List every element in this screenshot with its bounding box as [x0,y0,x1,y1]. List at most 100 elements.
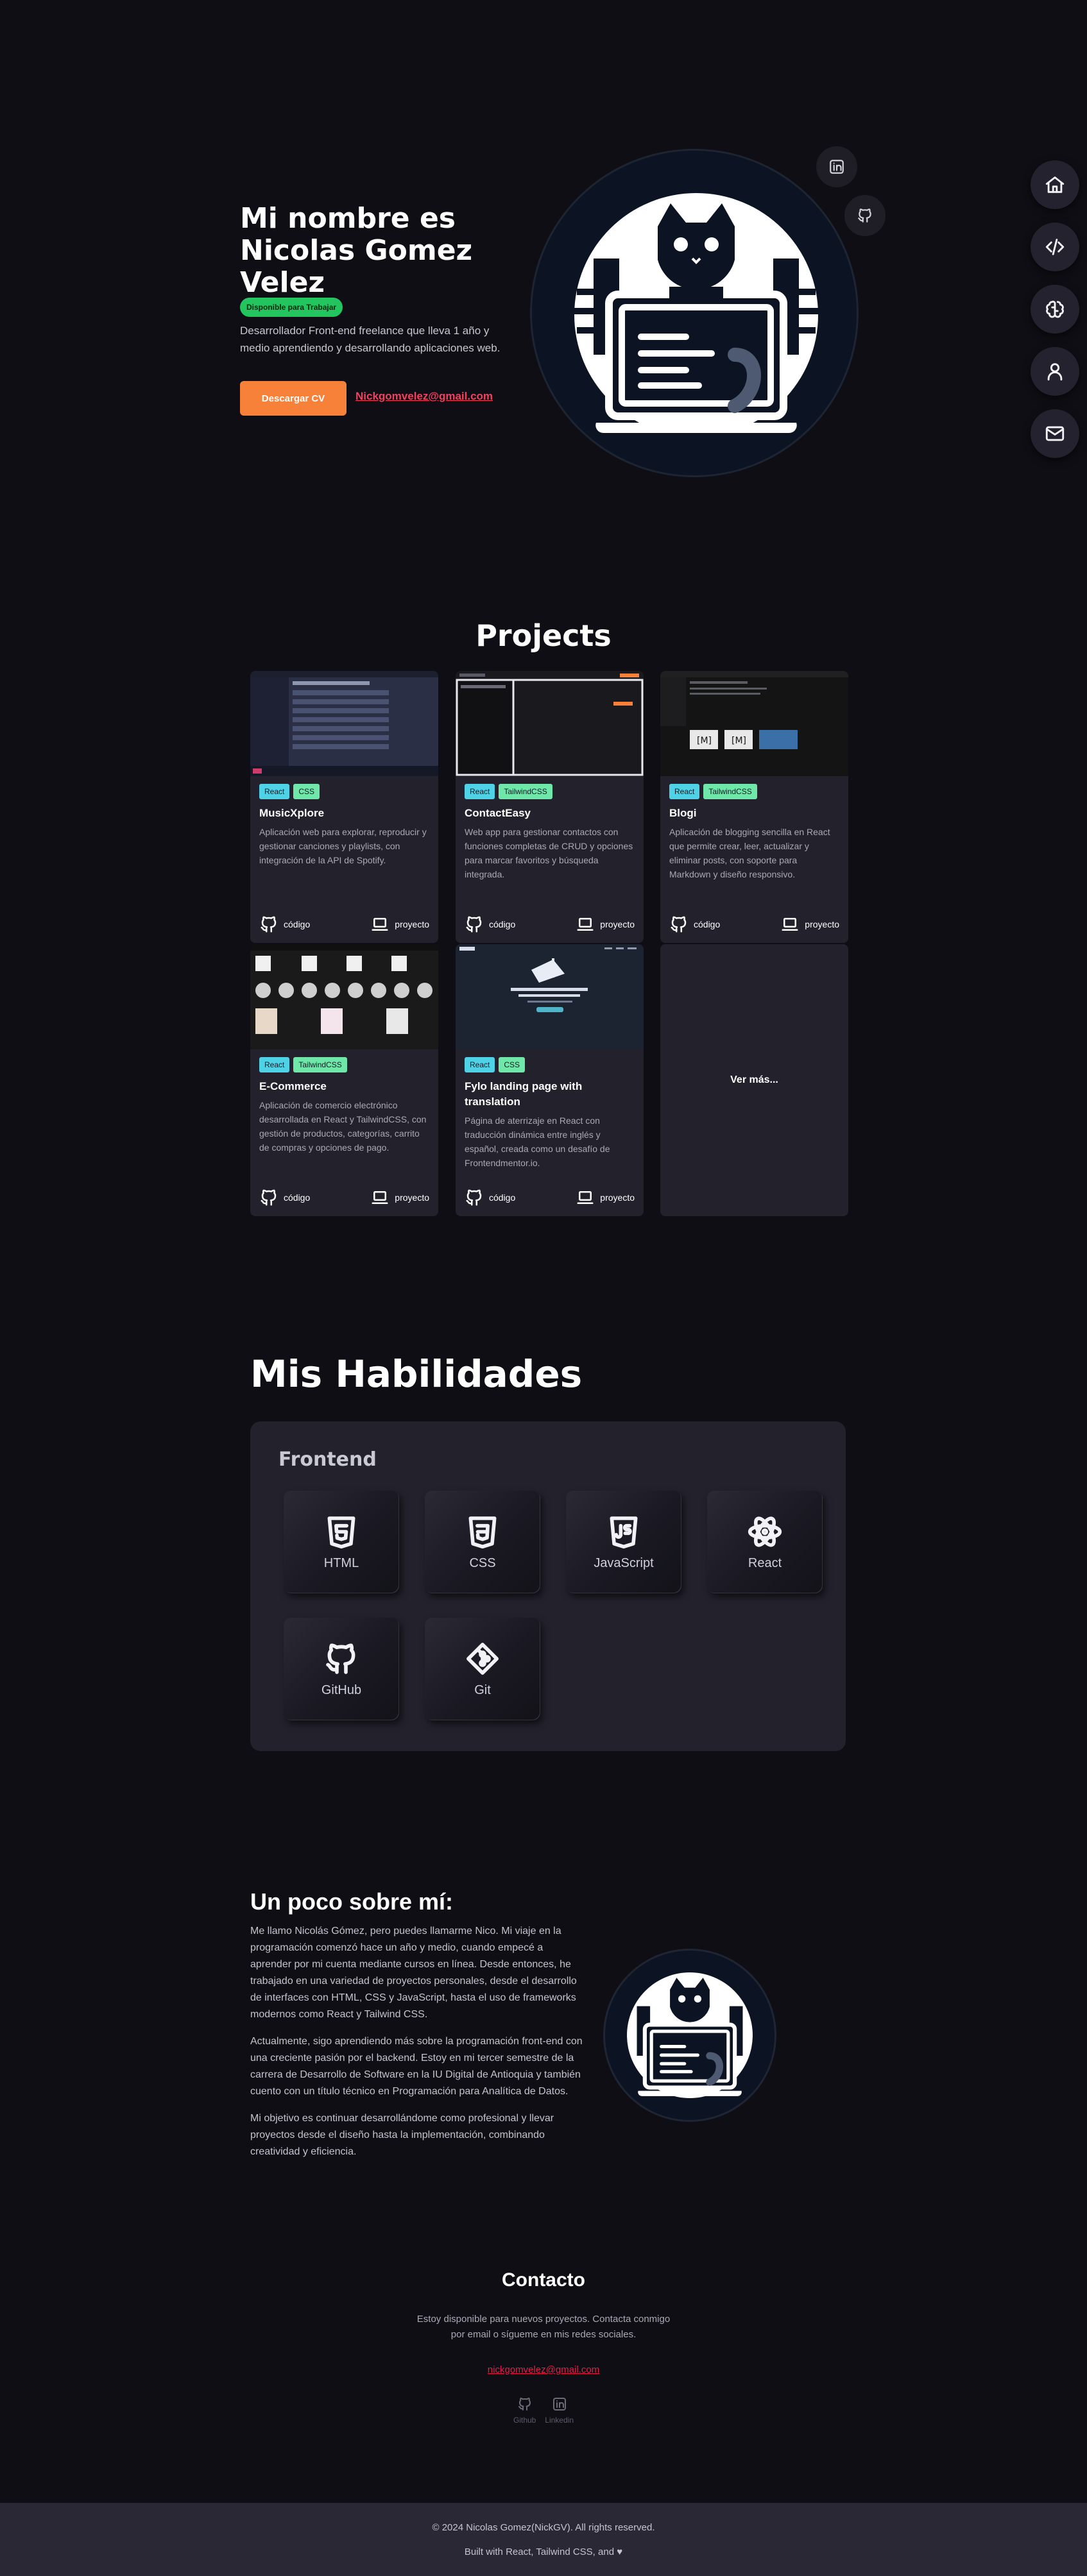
about-avatar [603,1949,776,2122]
tag-css: CSS [293,784,320,799]
nav-home-button[interactable] [1031,160,1079,209]
project-code-link[interactable]: código [465,915,515,934]
tag-react: React [465,1057,495,1072]
side-navigation [1031,160,1079,471]
project-code-link[interactable]: código [669,915,720,934]
mail-icon [1045,426,1065,441]
project-code-link[interactable]: código [259,1188,310,1207]
project-title: E-Commerce [259,1080,327,1092]
tag-tailwindcss: TailwindCSS [499,784,552,799]
project-card-musicxplore: React CSS MusicXplore Aplicación web para… [250,671,438,943]
project-screenshot [250,944,438,1049]
availability-badge: Disponible para Trabajar [240,298,343,317]
tag-react: React [669,784,700,799]
laptop-icon [782,918,798,931]
project-live-link[interactable]: proyecto [780,915,839,934]
github-label: Github [513,2416,536,2425]
linkedin-icon [830,160,844,174]
html5-icon [327,1516,355,1548]
about-paragraph: Me llamo Nicolás Gómez, pero puedes llam… [250,1926,577,2020]
project-screenshot [456,671,644,776]
tag-tailwindcss: TailwindCSS [293,1057,347,1072]
nav-projects-button[interactable] [1031,223,1079,271]
project-live-link[interactable]: proyecto [576,1188,635,1207]
laptop-icon [577,1191,594,1204]
contact-linkedin-link[interactable]: Linkedin [545,2396,574,2425]
skill-git: Git [425,1618,540,1720]
skill-label: GitHub [321,1682,362,1697]
cat-laptop-illustration [574,193,818,446]
skill-label: HTML [323,1555,359,1570]
hero-email-link[interactable]: Nickgomvelez@gmail.com [355,390,493,403]
tag-tailwindcss: TailwindCSS [703,784,757,799]
hero-linkedin-button[interactable] [816,146,857,187]
skill-javascript: JavaScript [566,1491,681,1593]
skill-github: GitHub [284,1618,399,1720]
svg-text:[M]: [M] [732,736,746,746]
project-description: Aplicación de blogging sencilla en React… [669,827,830,879]
linkedin-label: Linkedin [545,2416,574,2425]
tag-css: CSS [499,1057,526,1072]
nav-skills-button[interactable] [1031,285,1079,334]
github-icon [518,2398,531,2411]
project-live-link[interactable]: proyecto [370,1188,429,1207]
project-label: proyecto [395,919,429,929]
code-label: código [284,919,311,929]
more-projects-label: Ver más... [730,1074,778,1085]
hero-github-button[interactable] [844,195,886,236]
svg-text:[M]: [M] [697,736,712,746]
contact-text: Estoy disponible para nuevos proyectos. … [416,2314,671,2340]
project-card-fylo: React CSS Fylo landing page with translat… [456,944,644,1216]
project-title: Fylo landing page with translation [465,1080,583,1108]
project-code-link[interactable]: código [465,1188,515,1207]
github-icon [466,1189,482,1206]
tag-react: React [465,784,495,799]
projects-title: Projects [475,618,612,653]
project-card-blogi: [M] [M] React TailwindCSS Blogi Aplicació… [660,671,848,943]
github-icon [671,916,687,933]
project-live-link[interactable]: proyecto [576,915,635,934]
code-label: código [489,919,516,929]
project-screenshot [250,671,438,776]
about-title: Un poco sobre mí: [250,1888,454,1915]
user-icon [1047,363,1063,381]
footer-copyright: © 2024 Nicolas Gomez(NickGV). All rights… [432,2522,655,2533]
project-card-contacteasy: React TailwindCSS ContactEasy Web app par… [456,671,644,943]
github-icon [261,1189,277,1206]
home-icon [1045,176,1065,193]
project-live-link[interactable]: proyecto [370,915,429,934]
javascript-icon [610,1516,638,1548]
laptop-icon [372,918,388,931]
github-icon [326,1643,355,1674]
download-cv-button[interactable]: Descargar CV [240,381,347,416]
nav-about-button[interactable] [1031,347,1079,396]
code-icon [1045,239,1065,255]
skill-label: Git [474,1682,491,1697]
project-label: proyecto [600,1192,635,1203]
about-text: Me llamo Nicolás Gómez, pero puedes llam… [250,1923,584,2171]
skill-label: JavaScript [594,1555,654,1570]
project-label: proyecto [395,1192,429,1203]
project-description: Aplicación web para explorar, reproducir… [259,827,427,865]
react-icon [748,1516,782,1547]
linkedin-icon [552,2398,566,2411]
skill-label: React [748,1555,782,1570]
project-description: Aplicación de comercio electrónico desar… [259,1100,427,1153]
skill-html: HTML [284,1491,399,1593]
project-label: proyecto [600,919,635,929]
about-paragraph: Mi objetivo es continuar desarrollándome… [250,2113,554,2157]
project-screenshot [456,944,644,1049]
more-projects-card[interactable]: Ver más... [660,944,848,1216]
contact-title: Contacto [502,2269,585,2291]
tag-react: React [259,1057,290,1072]
brain-icon [1046,300,1064,318]
hero-description: Desarrollador Front-end freelance que ll… [240,325,501,354]
laptop-icon [372,1191,388,1204]
github-icon [261,916,277,933]
about-paragraph: Actualmente, sigo aprendiendo más sobre … [250,2036,583,2097]
contact-github-link[interactable]: Github [513,2396,536,2425]
project-description: Página de aterrizaje en React con traduc… [465,1115,610,1168]
nav-contact-button[interactable] [1031,409,1079,458]
project-code-link[interactable]: código [259,915,310,934]
contact-email-link[interactable]: nickgomvelez@gmail.com [0,2364,1087,2375]
